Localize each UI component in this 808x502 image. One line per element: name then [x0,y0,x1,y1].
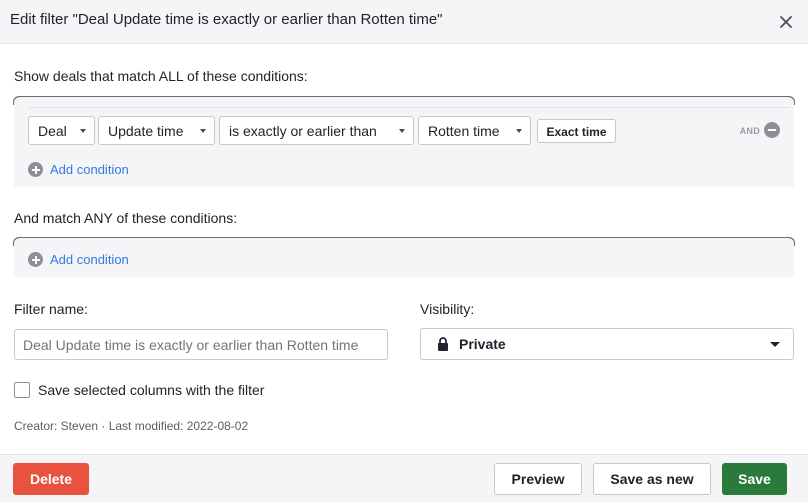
any-conditions-box: Add condition [13,237,795,277]
add-condition-label: Add condition [50,252,129,267]
caret-down-icon [770,342,780,347]
visibility-value: Private [459,336,506,352]
condition-field-select[interactable]: Update time [98,116,215,145]
save-columns-label: Save selected columns with the filter [38,382,265,398]
remove-condition-button[interactable] [764,122,780,138]
condition-operator-value: is exactly or earlier than [229,123,377,139]
chevron-down-icon [200,129,206,133]
save-as-new-button[interactable]: Save as new [593,463,711,495]
delete-button[interactable]: Delete [13,463,89,495]
all-conditions-box: Deal Update time is exactly or earlier t… [13,96,795,187]
condition-value-select[interactable]: Rotten time [418,116,531,145]
condition-operator-select[interactable]: is exactly or earlier than [219,116,414,145]
add-condition-label: Add condition [50,162,129,177]
lock-icon [438,337,448,351]
condition-value-text: Rotten time [428,123,500,139]
and-connector-label: AND [739,126,760,136]
all-conditions-label: Show deals that match ALL of these condi… [14,68,308,84]
filter-name-label: Filter name: [14,301,88,317]
condition-entity-value: Deal [38,123,67,139]
save-columns-checkbox[interactable] [14,382,30,398]
preview-button[interactable]: Preview [494,463,582,495]
close-icon [780,16,792,28]
chevron-down-icon [399,129,405,133]
condition-row-divider [28,107,790,108]
filter-meta-info: Creator: Steven · Last modified: 2022-08… [14,419,249,433]
filter-name-input[interactable] [14,329,388,360]
condition-entity-select[interactable]: Deal [28,116,95,145]
plus-circle-icon [28,252,43,267]
condition-field-value: Update time [108,123,184,139]
plus-circle-icon [28,162,43,177]
close-button[interactable] [778,14,794,30]
dialog-footer: Delete Preview Save as new Save [0,454,808,502]
chevron-down-icon [516,129,522,133]
dialog-title: Edit filter "Deal Update time is exactly… [10,11,443,28]
save-button[interactable]: Save [722,463,787,495]
dialog-header: Edit filter "Deal Update time is exactly… [0,0,808,44]
visibility-select[interactable]: Private [420,328,794,360]
any-conditions-label: And match ANY of these conditions: [14,210,238,226]
chevron-down-icon [80,129,86,133]
exact-time-button[interactable]: Exact time [537,119,616,143]
visibility-label: Visibility: [420,301,475,317]
